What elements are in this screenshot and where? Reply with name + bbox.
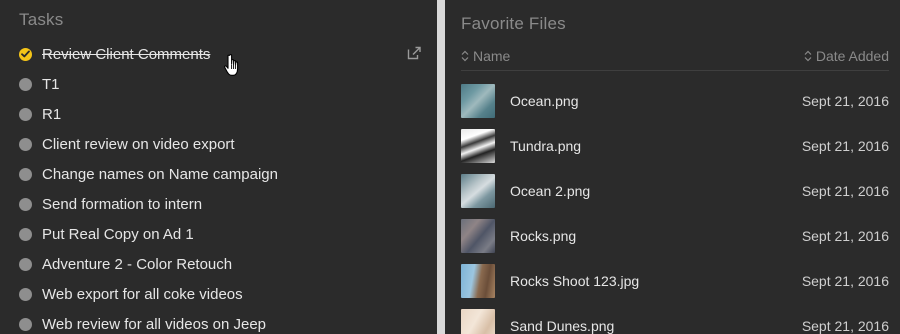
file-thumbnail bbox=[461, 128, 495, 163]
task-checkbox[interactable] bbox=[19, 197, 32, 211]
sort-icon bbox=[461, 50, 469, 62]
task-checkbox[interactable] bbox=[19, 287, 32, 301]
file-date: Sept 21, 2016 bbox=[801, 317, 889, 334]
file-row[interactable]: Tundra.png Sept 21, 2016 bbox=[461, 123, 889, 168]
task-list: Review Client Comments T1 R1 Client revi… bbox=[0, 39, 437, 334]
task-label: R1 bbox=[42, 105, 62, 123]
task-item[interactable]: Adventure 2 - Color Retouch bbox=[0, 249, 437, 279]
task-item[interactable]: R1 bbox=[0, 99, 437, 129]
file-date: Sept 21, 2016 bbox=[801, 272, 889, 289]
task-item[interactable]: Send formation to intern bbox=[0, 189, 437, 219]
task-item[interactable]: T1 bbox=[0, 69, 437, 99]
task-label: Send formation to intern bbox=[42, 195, 203, 213]
file-date: Sept 21, 2016 bbox=[801, 137, 889, 154]
file-name: Sand Dunes.png bbox=[510, 317, 615, 334]
task-item[interactable]: Client review on video export bbox=[0, 129, 437, 159]
check-icon bbox=[21, 50, 30, 58]
column-date-label: Date Added bbox=[815, 48, 889, 64]
task-checkbox[interactable] bbox=[19, 317, 32, 331]
file-name: Tundra.png bbox=[510, 137, 582, 154]
hand-pointer-cursor bbox=[224, 54, 239, 76]
file-list: Ocean.png Sept 21, 2016 Tundra.png Sept … bbox=[461, 78, 889, 334]
task-label: Put Real Copy on Ad 1 bbox=[42, 225, 194, 243]
file-thumbnail bbox=[461, 308, 495, 334]
task-item[interactable]: Web review for all videos on Jeep bbox=[0, 309, 437, 334]
file-row[interactable]: Ocean 2.png Sept 21, 2016 bbox=[461, 168, 889, 213]
task-checkbox[interactable] bbox=[19, 227, 32, 241]
column-header-name[interactable]: Name bbox=[461, 48, 510, 64]
file-row[interactable]: Rocks.png Sept 21, 2016 bbox=[461, 213, 889, 258]
file-name: Ocean.png bbox=[510, 92, 579, 109]
file-name: Ocean 2.png bbox=[510, 182, 591, 199]
task-label: Review Client Comments bbox=[42, 45, 211, 63]
task-checkbox[interactable] bbox=[19, 77, 32, 91]
file-date: Sept 21, 2016 bbox=[801, 227, 889, 244]
sort-icon bbox=[804, 50, 812, 62]
favorite-files-panel: Favorite Files Name Date Added Ocean.png… bbox=[445, 0, 900, 334]
task-item[interactable]: Web export for all coke videos bbox=[0, 279, 437, 309]
file-thumbnail bbox=[461, 263, 495, 298]
file-row[interactable]: Ocean.png Sept 21, 2016 bbox=[461, 78, 889, 123]
column-header-date[interactable]: Date Added bbox=[804, 48, 889, 64]
task-item[interactable]: Review Client Comments bbox=[0, 39, 437, 69]
task-checkbox[interactable] bbox=[19, 107, 32, 121]
column-name-label: Name bbox=[473, 48, 511, 64]
task-label: Change names on Name campaign bbox=[42, 165, 278, 183]
file-row[interactable]: Sand Dunes.png Sept 21, 2016 bbox=[461, 303, 889, 334]
tasks-panel: Tasks Review Client Comments T1 R1 Clien… bbox=[0, 0, 437, 334]
file-name: Rocks Shoot 123.jpg bbox=[510, 272, 640, 289]
task-item[interactable]: Change names on Name campaign bbox=[0, 159, 437, 189]
task-checkbox[interactable] bbox=[19, 137, 32, 151]
external-link-icon[interactable] bbox=[407, 46, 422, 60]
task-checkbox-done[interactable] bbox=[19, 47, 32, 61]
task-label: T1 bbox=[42, 75, 60, 93]
file-date: Sept 21, 2016 bbox=[801, 92, 889, 109]
tasks-title: Tasks bbox=[19, 10, 64, 29]
file-row[interactable]: Rocks Shoot 123.jpg Sept 21, 2016 bbox=[461, 258, 889, 303]
file-date: Sept 21, 2016 bbox=[801, 182, 889, 199]
files-table-header: Name Date Added bbox=[461, 46, 889, 71]
task-item[interactable]: Put Real Copy on Ad 1 bbox=[0, 219, 437, 249]
task-label: Adventure 2 - Color Retouch bbox=[42, 255, 233, 273]
task-checkbox[interactable] bbox=[19, 257, 32, 271]
task-checkbox[interactable] bbox=[19, 167, 32, 181]
file-thumbnail bbox=[461, 218, 495, 253]
file-name: Rocks.png bbox=[510, 227, 577, 244]
file-thumbnail bbox=[461, 173, 495, 208]
task-label: Web review for all videos on Jeep bbox=[42, 315, 267, 333]
file-thumbnail bbox=[461, 83, 495, 118]
task-label: Client review on video export bbox=[42, 135, 235, 153]
task-label: Web export for all coke videos bbox=[42, 285, 243, 303]
files-title: Favorite Files bbox=[461, 14, 566, 33]
